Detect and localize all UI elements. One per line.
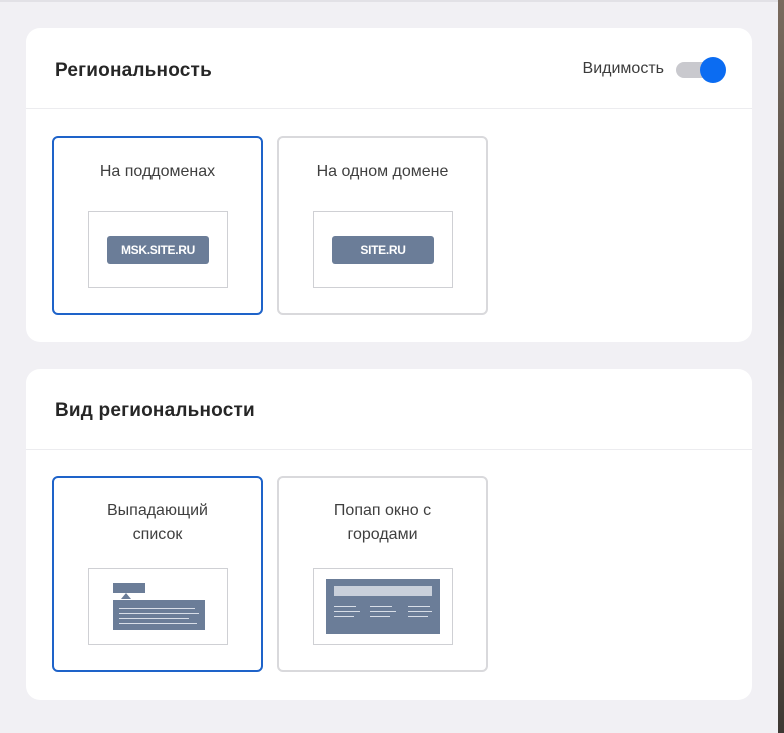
option-popup-label-line1: Попап окно с — [333, 502, 432, 519]
regionality-header: Региональность Видимость — [26, 28, 752, 109]
popup-preview-city-line — [334, 616, 354, 617]
popup-preview — [313, 568, 453, 645]
option-dropdown[interactable]: Выпадающий список — [52, 476, 263, 672]
popup-preview-search-bar — [334, 586, 432, 596]
dropdown-preview-arrow — [121, 593, 131, 599]
dropdown-preview-line — [119, 613, 199, 614]
view-card: Вид региональности Выпадающий список Поп… — [26, 369, 752, 700]
visibility-toggle[interactable] — [676, 57, 726, 83]
popup-preview-city-line — [370, 606, 392, 607]
regionality-title: Региональность — [55, 60, 212, 81]
popup-preview-city-line — [408, 611, 432, 612]
popup-preview-city-line — [370, 611, 396, 612]
visibility-label: Видимость — [582, 60, 664, 77]
option-single-domain-label: На одном домене — [316, 163, 449, 180]
dropdown-preview-line — [119, 618, 189, 619]
view-header: Вид региональности — [26, 369, 752, 450]
popup-preview-city-line — [408, 606, 430, 607]
toggle-knob — [700, 57, 726, 83]
option-subdomains-label: На поддоменах — [99, 163, 216, 180]
single-domain-preview-button: SITE.RU — [332, 236, 434, 264]
subdomain-preview: MSK.SITE.RU — [88, 211, 228, 288]
option-dropdown-label-line1: Выпадающий — [106, 502, 208, 519]
dropdown-preview-list — [113, 600, 205, 630]
subdomain-preview-button: MSK.SITE.RU — [107, 236, 209, 264]
option-popup-label-line2: городами — [347, 526, 418, 543]
dropdown-preview-line — [119, 608, 195, 609]
regionality-card: Региональность Видимость На поддоменах M… — [26, 28, 752, 342]
popup-preview-city-line — [334, 611, 360, 612]
top-divider — [0, 0, 778, 2]
popup-preview-city-line — [334, 606, 356, 607]
popup-preview-city-line — [408, 616, 428, 617]
option-subdomains[interactable]: На поддоменах MSK.SITE.RU — [52, 136, 263, 315]
dropdown-preview-line — [119, 623, 197, 624]
option-dropdown-label-line2: список — [132, 526, 183, 543]
option-popup[interactable]: Попап окно с городами — [277, 476, 488, 672]
window-edge — [778, 0, 784, 733]
dropdown-preview — [88, 568, 228, 645]
popup-preview-city-line — [370, 616, 390, 617]
popup-preview-window — [326, 579, 440, 634]
single-domain-preview: SITE.RU — [313, 211, 453, 288]
view-title: Вид региональности — [55, 400, 255, 421]
option-single-domain[interactable]: На одном домене SITE.RU — [277, 136, 488, 315]
dropdown-preview-field — [113, 583, 145, 593]
